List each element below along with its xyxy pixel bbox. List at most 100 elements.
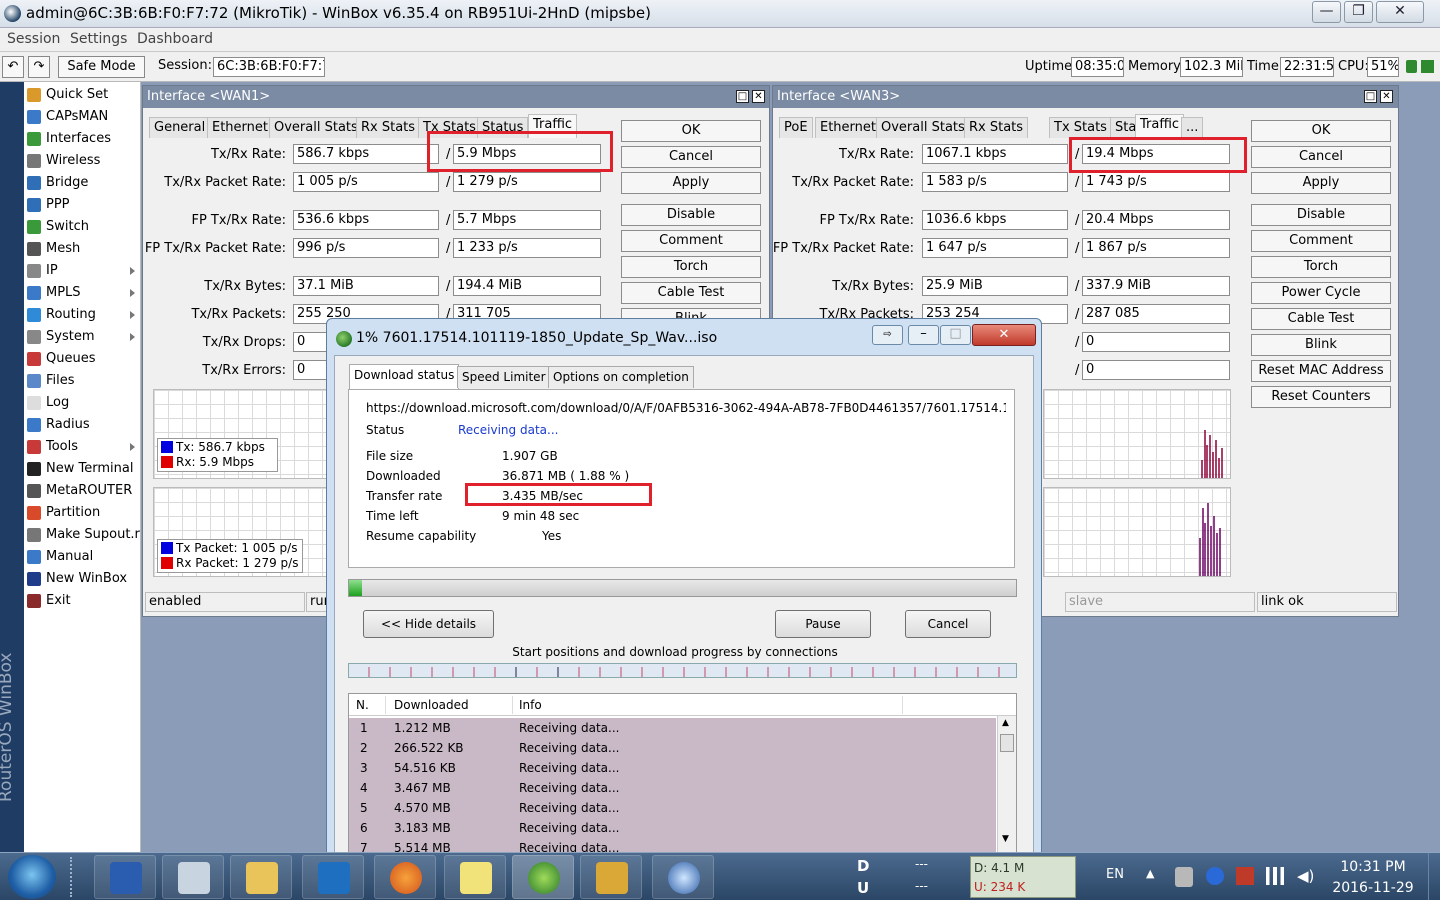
wan3-maximize-button[interactable]: □: [1364, 90, 1377, 103]
clock-date[interactable]: 2016-11-29: [1328, 880, 1418, 896]
wan3-tab-rx-stats[interactable]: Rx Stats: [964, 117, 1029, 138]
wan1-comment-button[interactable]: Comment: [621, 230, 761, 252]
hide-details-button[interactable]: << Hide details: [363, 610, 494, 638]
wan1-torch-button[interactable]: Torch: [621, 256, 761, 278]
taskbar-app-boxes[interactable]: [580, 855, 642, 899]
wan3-disable-button[interactable]: Disable: [1251, 204, 1391, 226]
idm-minimize-button[interactable]: –: [908, 325, 939, 345]
netmeter-box[interactable]: D: 4.1 M U: 234 K: [970, 856, 1076, 898]
table-row[interactable]: 6 3.183 MB Receiving data...: [349, 818, 993, 838]
tray-volume-icon[interactable]: ◀): [1297, 867, 1314, 885]
taskbar-firefox[interactable]: [374, 855, 436, 899]
wan1-cable-test-button[interactable]: Cable Test: [621, 282, 761, 304]
sidebar-item-make-supout-rif[interactable]: Make Supout.rif: [24, 525, 141, 547]
scroll-down-icon[interactable]: ▼: [1002, 834, 1009, 844]
idm-arrow-button[interactable]: ⇨: [872, 325, 903, 345]
wan1-tab-ethernet[interactable]: Ethernet: [207, 117, 273, 138]
menu-session[interactable]: Session: [7, 31, 60, 47]
wan3-tab-poe[interactable]: PoE: [779, 117, 813, 138]
sidebar-item-radius[interactable]: Radius: [24, 415, 141, 437]
wan3-ok-button[interactable]: OK: [1251, 120, 1391, 142]
idm-maximize-button[interactable]: □: [940, 325, 971, 345]
wan3-cancel-button[interactable]: Cancel: [1251, 146, 1391, 168]
taskbar-sticky-notes[interactable]: [444, 855, 506, 899]
wan3-tab-overall-stats[interactable]: Overall Stats: [876, 117, 970, 138]
minimize-button[interactable]: —: [1312, 1, 1341, 23]
sidebar-item-capsman[interactable]: CAPsMAN: [24, 107, 141, 129]
wan3-power-cycle-button[interactable]: Power Cycle: [1251, 282, 1391, 304]
table-row[interactable]: 4 3.467 MB Receiving data...: [349, 778, 993, 798]
sidebar-item-ppp[interactable]: PPP: [24, 195, 141, 217]
taskbar-app-blue[interactable]: [652, 855, 714, 899]
tray-flag-icon[interactable]: [1236, 867, 1254, 885]
cancel-download-button[interactable]: Cancel: [905, 610, 991, 638]
tab-download-status[interactable]: Download status: [349, 364, 460, 389]
table-row[interactable]: 5 4.570 MB Receiving data...: [349, 798, 993, 818]
maximize-button[interactable]: ❐: [1344, 1, 1373, 23]
sidebar-item-new-terminal[interactable]: New Terminal: [24, 459, 141, 481]
wan3-tab-tx-stats[interactable]: Tx Stats: [1049, 117, 1112, 138]
wan3-reset-counters-button[interactable]: Reset Counters: [1251, 386, 1391, 408]
wan1-close-button[interactable]: ✕: [752, 90, 765, 103]
col-header-info[interactable]: Info: [519, 698, 542, 712]
sidebar-item-mesh[interactable]: Mesh: [24, 239, 141, 261]
taskbar-outlook[interactable]: [302, 855, 364, 899]
sidebar-item-log[interactable]: Log: [24, 393, 141, 415]
sidebar-item-system[interactable]: System: [24, 327, 141, 349]
taskbar-explorer[interactable]: [230, 855, 292, 899]
taskbar-word[interactable]: [94, 855, 156, 899]
sidebar-item-interfaces[interactable]: Interfaces: [24, 129, 141, 151]
wan3-blink-button[interactable]: Blink: [1251, 334, 1391, 356]
sidebar-item-metarouter[interactable]: MetaROUTER: [24, 481, 141, 503]
wan1-cancel-button[interactable]: Cancel: [621, 146, 761, 168]
wan3-reset-mac-address-button[interactable]: Reset MAC Address: [1251, 360, 1391, 382]
wan1-tab-rx-stats[interactable]: Rx Stats: [356, 117, 421, 138]
clock-time[interactable]: 10:31 PM: [1328, 859, 1418, 875]
taskbar-idm[interactable]: [512, 855, 574, 899]
tray-globe-icon[interactable]: [1206, 867, 1224, 885]
sidebar-item-mpls[interactable]: MPLS: [24, 283, 141, 305]
wan1-disable-button[interactable]: Disable: [621, 204, 761, 226]
scroll-thumb[interactable]: [1000, 734, 1014, 752]
sidebar-item-manual[interactable]: Manual: [24, 547, 141, 569]
table-row[interactable]: 1 1.212 MB Receiving data...: [349, 718, 993, 738]
wan1-ok-button[interactable]: OK: [621, 120, 761, 142]
start-button[interactable]: [8, 855, 56, 899]
sidebar-item-new-winbox[interactable]: New WinBox: [24, 569, 141, 591]
wan3-tab-ethernet[interactable]: Ethernet: [815, 117, 881, 138]
redo-button[interactable]: ↷: [28, 56, 50, 78]
wan3-cable-test-button[interactable]: Cable Test: [1251, 308, 1391, 330]
safe-mode-button[interactable]: Safe Mode: [58, 56, 145, 78]
table-row[interactable]: 2 266.522 KB Receiving data...: [349, 738, 993, 758]
idm-close-button[interactable]: ✕: [972, 324, 1036, 346]
session-field[interactable]: 6C:3B:6B:F0:F7:72: [213, 57, 325, 77]
language-indicator[interactable]: EN: [1106, 867, 1124, 882]
scroll-up-icon[interactable]: ▲: [1002, 718, 1009, 728]
sidebar-item-wireless[interactable]: Wireless: [24, 151, 141, 173]
col-header-downloaded[interactable]: Downloaded: [394, 698, 469, 712]
wan1-maximize-button[interactable]: □: [736, 90, 749, 103]
tray-dollar-icon[interactable]: [1175, 867, 1193, 887]
show-desktop-button[interactable]: [1428, 853, 1440, 900]
sidebar-item-quick-set[interactable]: Quick Set: [24, 85, 141, 107]
pause-button[interactable]: Pause: [775, 610, 871, 638]
taskbar-calculator[interactable]: [162, 855, 224, 899]
wan3-close-button[interactable]: ✕: [1380, 90, 1393, 103]
sidebar-item-files[interactable]: Files: [24, 371, 141, 393]
sidebar-item-routing[interactable]: Routing: [24, 305, 141, 327]
tray-signal-icon[interactable]: [1266, 867, 1284, 885]
wan3-apply-button[interactable]: Apply: [1251, 172, 1391, 194]
sidebar-item-ip[interactable]: IP: [24, 261, 141, 283]
tab-options-on-completion[interactable]: Options on completion: [548, 366, 694, 388]
wan3-tab-more[interactable]: ...: [1181, 117, 1204, 138]
undo-button[interactable]: ↶: [2, 56, 24, 78]
wan1-apply-button[interactable]: Apply: [621, 172, 761, 194]
sidebar-item-tools[interactable]: Tools: [24, 437, 141, 459]
sidebar-item-switch[interactable]: Switch: [24, 217, 141, 239]
col-header-n[interactable]: N.: [356, 698, 369, 712]
sidebar-item-exit[interactable]: Exit: [24, 591, 141, 613]
sidebar-item-partition[interactable]: Partition: [24, 503, 141, 525]
sidebar-item-queues[interactable]: Queues: [24, 349, 141, 371]
window-title-bar[interactable]: admin@6C:3B:6B:F0:F7:72 (MikroTik) - Win…: [0, 0, 1440, 28]
tray-expand-icon[interactable]: ▲: [1146, 867, 1154, 880]
